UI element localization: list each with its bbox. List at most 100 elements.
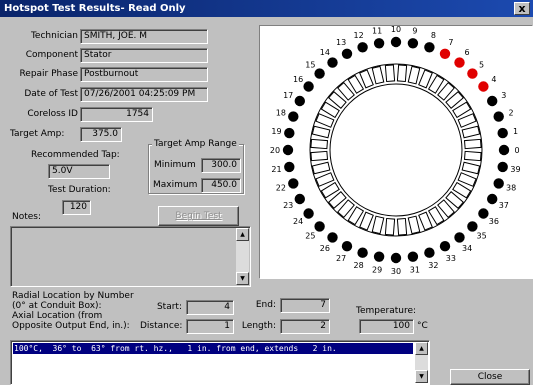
slot-number-label: 20 (270, 146, 280, 155)
core-slot (407, 215, 421, 235)
component-field: Stator (80, 48, 208, 63)
slot-dot (294, 193, 305, 205)
slot-dot (407, 38, 419, 49)
window-close-button[interactable]: x (514, 2, 530, 15)
maximum-label: Maximum (153, 180, 198, 190)
slot-dot (493, 111, 504, 122)
component-label: Component (25, 50, 78, 60)
recommended-tap-field: 5.0V (48, 164, 110, 179)
temperature-field: 100 (359, 319, 414, 334)
slot-number-label: 8 (431, 31, 436, 40)
slot-dot (487, 95, 498, 107)
length-field: 2 (280, 319, 330, 334)
slot-number-label: 25 (305, 232, 315, 241)
slot-number-label: 6 (465, 48, 470, 57)
repair-phase-label: Repair Phase (19, 69, 78, 79)
slot-number-label: 21 (271, 165, 281, 174)
slot-dot (390, 252, 402, 264)
technician-field: SMITH, JOE. M (80, 29, 208, 44)
slot-number-label: 0 (514, 146, 519, 155)
slot-number-label: 5 (479, 60, 484, 69)
slot-number-label: 7 (448, 38, 453, 47)
slot-dot (424, 42, 435, 53)
close-button[interactable]: Close (450, 369, 530, 385)
date-of-test-field: 07/26/2001 04:25:09 PM (80, 87, 208, 102)
target-amp-label: Target Amp: (10, 129, 65, 139)
slot-dot (439, 241, 451, 252)
begin-test-button[interactable]: Begin Test (158, 206, 239, 226)
slot-dot (294, 95, 305, 107)
core-slot (461, 125, 481, 139)
scroll-up-icon[interactable]: ▲ (236, 228, 249, 241)
slot-dot (314, 68, 325, 79)
minimum-field: 300.0 (201, 158, 241, 173)
core-slot (359, 211, 374, 231)
slot-number-label: 27 (336, 254, 346, 263)
core-slot (457, 113, 477, 128)
slot-dot (497, 161, 508, 173)
slot-number-label: 39 (510, 165, 520, 174)
slot-number-label: 32 (428, 261, 438, 270)
hotspot-slot-dot (478, 81, 489, 92)
axial-location-label-line1: Axial Location (from (12, 311, 103, 321)
slot-number-label: 14 (320, 48, 330, 57)
recommended-tap-label: Recommended Tap: (31, 150, 120, 160)
core-slot (310, 138, 329, 150)
slot-number-label: 16 (293, 75, 303, 84)
core-slot (310, 150, 329, 162)
slot-number-label: 31 (410, 266, 420, 275)
slot-dot (282, 144, 294, 156)
slot-number-label: 9 (412, 27, 417, 36)
slot-dot (327, 232, 338, 243)
slot-dot (327, 57, 338, 68)
slot-number-label: 38 (506, 183, 516, 192)
core-slot (407, 65, 421, 85)
slot-number-label: 15 (305, 60, 315, 69)
core-slot (457, 172, 477, 187)
slot-dot (407, 251, 419, 262)
slot-dot (341, 48, 353, 59)
slot-dot (373, 251, 385, 262)
scroll-up-icon[interactable]: ▲ (415, 342, 428, 355)
slot-dot (303, 81, 314, 92)
scroll-down-icon[interactable]: ▼ (236, 272, 249, 285)
core-slot (315, 113, 335, 128)
radial-location-label-line2: (0° at Conduit Box): (12, 301, 102, 311)
target-amp-range-title: Target Amp Range (152, 139, 239, 149)
slot-dot (498, 144, 510, 156)
core-slot (396, 64, 408, 83)
start-field: 4 (186, 300, 234, 315)
slot-number-label: 3 (501, 91, 506, 100)
end-field: 7 (280, 298, 330, 313)
results-list-item[interactable]: 100°C, 36° to 63° from rt. hz., 1 in. fr… (13, 343, 413, 354)
radial-location-label-line1: Radial Location by Number (12, 291, 134, 301)
end-label: End: (255, 300, 276, 310)
slot-number-label: 22 (276, 183, 286, 192)
core-slot (311, 125, 331, 139)
slot-number-label: 17 (283, 91, 293, 100)
distance-label: Distance: (140, 321, 183, 331)
core-slot (315, 172, 335, 187)
core-slot (396, 217, 408, 236)
slot-dot (373, 38, 385, 49)
core-slot (461, 161, 481, 175)
scroll-down-icon[interactable]: ▼ (415, 370, 428, 383)
slot-dot (288, 111, 299, 122)
slot-number-label: 23 (283, 201, 293, 210)
date-of-test-label: Date of Test (24, 89, 78, 99)
core-slot (384, 217, 396, 236)
core-slot (384, 64, 396, 83)
slot-number-label: 11 (372, 27, 382, 36)
results-list[interactable]: 100°C, 36° to 63° from rt. hz., 1 in. fr… (10, 340, 430, 385)
notes-label: Notes: (12, 212, 42, 222)
slot-number-label: 35 (477, 232, 487, 241)
results-scrollbar[interactable]: ▲ ▼ (415, 342, 428, 383)
coreloss-id-field: 1754 (80, 107, 153, 122)
hotspot-slot-dot (439, 48, 451, 59)
slot-number-label: 34 (462, 244, 472, 253)
slot-number-label: 30 (391, 267, 401, 276)
slot-number-label: 26 (320, 244, 330, 253)
notes-scrollbar[interactable]: ▲ ▼ (236, 228, 249, 285)
slot-dot (284, 127, 295, 139)
notes-textarea[interactable]: ▲ ▼ (10, 226, 251, 287)
